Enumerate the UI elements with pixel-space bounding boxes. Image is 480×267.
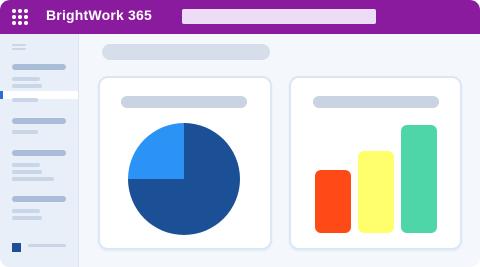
card-title-placeholder — [313, 96, 439, 108]
sidebar-item[interactable] — [12, 163, 40, 167]
sidebar-item[interactable] — [12, 170, 42, 174]
app-title: BrightWork 365 — [46, 7, 153, 23]
bar-chart — [315, 123, 445, 233]
sidebar-item[interactable] — [12, 216, 42, 220]
menu-icon[interactable] — [12, 44, 26, 46]
bar-3 — [401, 125, 437, 233]
search-bar[interactable] — [182, 9, 376, 24]
pie-chart-card — [98, 76, 272, 250]
bar-chart-card — [289, 76, 462, 250]
app-window: BrightWork 365 — [0, 0, 480, 267]
sidebar-section-4[interactable] — [12, 196, 66, 202]
sidebar-item[interactable] — [12, 177, 54, 181]
page-title-placeholder — [102, 44, 270, 60]
apps-grid-icon[interactable] — [12, 9, 28, 25]
pie-slice-2 — [128, 123, 184, 179]
user-avatar[interactable] — [12, 243, 21, 252]
menu-icon-line — [12, 48, 26, 50]
sidebar-item[interactable] — [12, 77, 40, 81]
card-title-placeholder — [121, 96, 247, 108]
sidebar-item[interactable] — [12, 209, 40, 213]
user-name-placeholder — [28, 244, 66, 247]
top-bar: BrightWork 365 — [0, 0, 480, 34]
bar-1 — [315, 170, 351, 233]
sidebar-section-1[interactable] — [12, 64, 66, 70]
pie-chart — [128, 123, 240, 235]
sidebar-item[interactable] — [12, 130, 38, 134]
bar-2 — [358, 151, 394, 233]
sidebar-item[interactable] — [12, 84, 42, 88]
sidebar-item[interactable] — [12, 98, 38, 102]
sidebar-section-3[interactable] — [12, 150, 66, 156]
sidebar-section-2[interactable] — [12, 118, 66, 124]
sidebar — [0, 34, 79, 267]
